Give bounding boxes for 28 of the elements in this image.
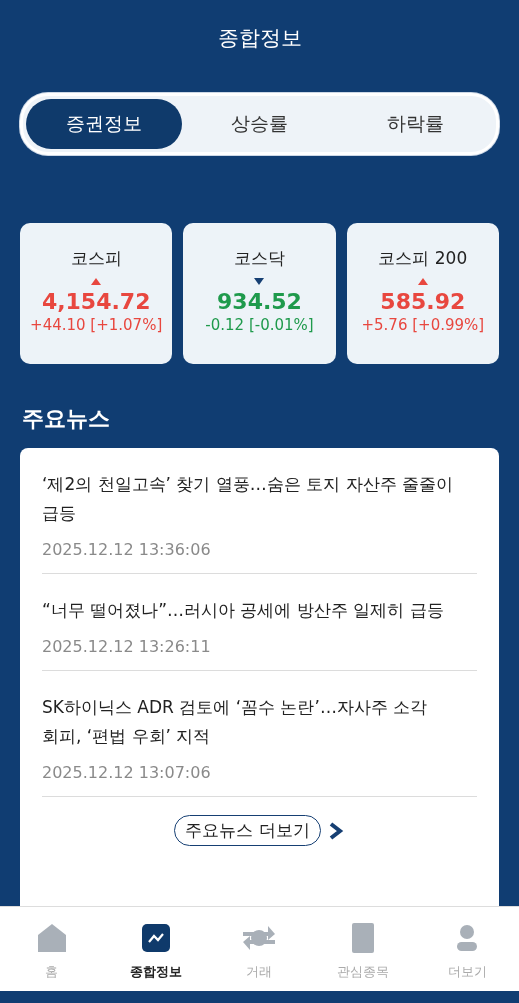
up-triangle-icon [417,278,428,285]
news-time: 2025.12.12 13:36:06 [42,540,212,559]
news-headline[interactable]: “너무 떨어졌나”…러시아 공세에 방산주 일제히 급등 [42,596,477,625]
section-title: 주요뉴스 [22,405,111,433]
tab[interactable]: 상승률 [181,99,338,149]
index-value: 4,154.72 [41,289,151,314]
down-triangle-icon [254,278,265,285]
news-headline[interactable]: SK하이닉스 ADR 검토에 ‘꼼수 논란’…자사주 소각 회피, ‘편법 우회’ 지적 [42,693,477,751]
index-change: +44.10 [+1.07%] [30,316,163,334]
index-change: -0.12 [-0.01%] [205,316,314,334]
nav-tab[interactable]: 종합정보 [103,907,208,991]
index-value: 934.52 [217,289,302,314]
tab[interactable]: 하락률 [337,99,493,149]
index-change: +5.76 [+0.99%] [361,316,485,334]
up-triangle-icon [91,278,102,285]
index-value: 585.92 [380,289,466,314]
news-time: 2025.12.12 13:26:11 [42,637,212,656]
more-news-button[interactable]: 주요뉴스 더보기 [174,815,321,846]
news-time: 2025.12.12 13:07:06 [42,763,212,782]
index-card[interactable]: 코스피 4,154.72 +44.10 [+1.07%] [20,223,173,364]
index-name: 코스피 [70,247,122,270]
index-name: 코스피 200 [378,247,468,270]
index-card[interactable]: 코스피 200 585.92 +5.76 [+0.99%] [346,223,499,364]
index-name: 코스닥 [234,247,285,270]
index-card[interactable]: 코스닥 934.52 -0.12 [-0.01%] [183,223,336,364]
news-headline[interactable]: ‘제2의 천일고속’ 찾기 열풍…숨은 토지 자산주 줄줄이 급등 [42,470,477,528]
screen-title: 종합정보 [217,25,302,52]
tab[interactable]: 증권정보 [26,99,182,149]
